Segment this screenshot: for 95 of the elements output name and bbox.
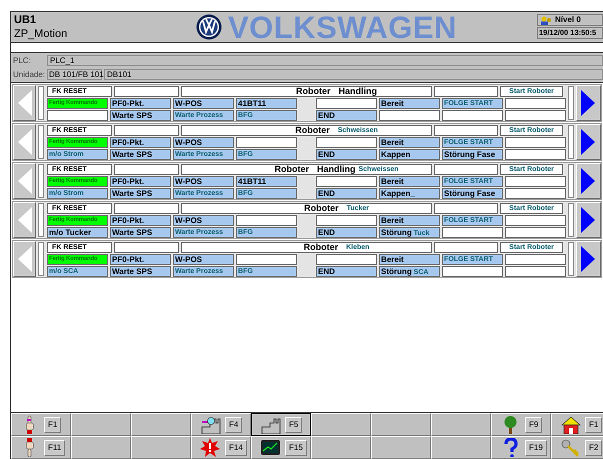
access-level: Nível 0 bbox=[555, 15, 581, 25]
status-cell: Bereit bbox=[379, 176, 440, 186]
status-cell: W-POS bbox=[173, 214, 234, 226]
status-cell: PF0-Pkt. bbox=[110, 176, 172, 186]
panel-strip bbox=[568, 86, 574, 120]
logo-icon bbox=[196, 14, 222, 40]
next-button[interactable] bbox=[576, 85, 602, 121]
status-cell: Bereit bbox=[379, 254, 440, 264]
previous-button[interactable] bbox=[13, 163, 36, 199]
status-cell: Warte SPS bbox=[110, 188, 172, 198]
panel-strip bbox=[568, 164, 574, 198]
status-cell: PF0-Pkt. bbox=[110, 136, 172, 148]
status-cell: Störung Fase bbox=[442, 148, 504, 160]
status-cell: Bereit bbox=[379, 136, 440, 148]
unit-field: DB 101/FB 101 bbox=[47, 69, 102, 80]
house-icon bbox=[560, 415, 581, 434]
empty-key bbox=[131, 436, 191, 459]
function-key[interactable]: F1 bbox=[551, 413, 603, 436]
panel-strip bbox=[38, 164, 44, 198]
status-cell: PF0-Pkt. bbox=[110, 98, 172, 108]
alarm-icon bbox=[200, 438, 221, 457]
status-cell: PF0-Pkt. bbox=[110, 214, 172, 226]
empty-key bbox=[71, 436, 131, 459]
function-key[interactable]: F2 bbox=[551, 436, 603, 459]
left-arrow-icon bbox=[18, 90, 32, 116]
status-cell: Kappen bbox=[379, 148, 440, 160]
left-arrow-icon bbox=[18, 168, 32, 194]
status-cell: Warte SPS bbox=[110, 110, 172, 120]
brand-name: VOLKSWAGEN bbox=[228, 12, 457, 42]
function-key[interactable]: F19 bbox=[491, 436, 551, 459]
status-cell: m/o Tucker bbox=[47, 226, 108, 238]
panel-strip bbox=[38, 86, 44, 120]
status-cell: Bereit bbox=[379, 98, 440, 108]
field-label: Unidade: bbox=[12, 70, 45, 80]
hand-icon bbox=[26, 438, 34, 457]
robot-title: Roboter Handling bbox=[181, 86, 432, 96]
status-cell: PF0-Pkt. bbox=[110, 254, 172, 264]
status-cell: END bbox=[316, 266, 378, 276]
status-cell: W-POS bbox=[173, 98, 234, 108]
previous-button[interactable] bbox=[13, 85, 36, 121]
station-title: UB1 bbox=[14, 14, 38, 26]
plc-field: PLC_1 bbox=[47, 55, 603, 66]
status-cell: Warte SPS bbox=[110, 148, 172, 160]
db-field: DB101 bbox=[104, 69, 603, 80]
status-cell: 41BT11 bbox=[236, 98, 298, 108]
empty-key bbox=[371, 436, 431, 459]
right-arrow-icon bbox=[581, 168, 596, 194]
status-cell: 41BT11 bbox=[236, 176, 298, 186]
status-cell: END bbox=[316, 188, 378, 198]
empty-key bbox=[431, 436, 491, 459]
status-cell: Warte SPS bbox=[110, 266, 172, 276]
user-icon bbox=[540, 16, 552, 24]
station-subtitle: ZP_Motion bbox=[14, 26, 68, 40]
hand-icon bbox=[26, 415, 34, 434]
status-cell: Störung Fase bbox=[442, 188, 504, 198]
status-cell: W-POS bbox=[173, 254, 234, 264]
status-cell: W-POS bbox=[173, 176, 234, 186]
next-button[interactable] bbox=[576, 163, 602, 199]
panel-strip bbox=[568, 125, 574, 159]
status-cell: END bbox=[316, 226, 378, 238]
next-button[interactable] bbox=[576, 241, 602, 277]
status-cell: Bereit bbox=[379, 214, 440, 226]
right-arrow-icon bbox=[581, 90, 596, 116]
status-cell: Warte SPS bbox=[110, 226, 172, 238]
left-arrow-icon bbox=[18, 207, 32, 233]
previous-button[interactable] bbox=[13, 202, 36, 238]
function-key[interactable]: F15 bbox=[251, 436, 311, 459]
monitor-icon bbox=[260, 438, 281, 457]
next-button[interactable] bbox=[576, 124, 602, 160]
status-cell: Kappen_ bbox=[379, 188, 440, 198]
function-key[interactable]: F1 bbox=[11, 413, 71, 436]
empty-key bbox=[311, 436, 371, 459]
next-button[interactable] bbox=[576, 202, 602, 238]
function-key[interactable]: F14 bbox=[191, 436, 251, 459]
previous-button[interactable] bbox=[13, 241, 36, 277]
panel-strip bbox=[568, 242, 574, 276]
function-key[interactable]: F9 bbox=[491, 413, 551, 436]
panel-strip bbox=[38, 125, 44, 159]
factory-icon bbox=[200, 415, 221, 434]
panel-strip bbox=[568, 203, 574, 237]
status-cell: END bbox=[316, 148, 378, 160]
previous-button[interactable] bbox=[13, 124, 36, 160]
right-arrow-icon bbox=[581, 246, 596, 272]
field-label: PLC: bbox=[12, 56, 32, 66]
function-key[interactable]: F4 bbox=[191, 413, 251, 436]
left-arrow-icon bbox=[18, 246, 32, 272]
status-cell: W-POS bbox=[173, 136, 234, 148]
panel-strip bbox=[38, 242, 44, 276]
right-arrow-icon bbox=[581, 207, 596, 233]
left-arrow-icon bbox=[18, 129, 32, 155]
function-key[interactable]: F11 bbox=[11, 436, 71, 459]
right-arrow-icon bbox=[581, 129, 596, 155]
function-key[interactable]: F5 bbox=[251, 413, 311, 436]
status-cell: END bbox=[316, 110, 378, 120]
panel-strip bbox=[38, 203, 44, 237]
